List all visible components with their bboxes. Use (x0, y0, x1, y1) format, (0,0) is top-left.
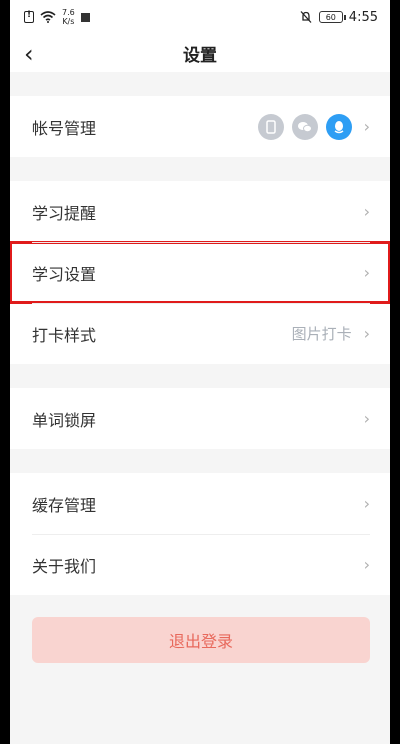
speed-value: 7.6 (62, 8, 75, 17)
lockscreen-group: 单词锁屏 › (10, 388, 390, 449)
back-arrow-icon[interactable]: ‹ (24, 40, 34, 68)
network-speed: 7.6 K/s (62, 8, 75, 26)
phone-bind-icon (257, 113, 284, 140)
study-settings-row[interactable]: 学习设置 › (10, 241, 390, 304)
qq-icon (325, 113, 352, 140)
about-us-row[interactable]: 关于我们 › (10, 534, 390, 595)
page-title: 设置 (183, 45, 217, 66)
checkin-style-row[interactable]: 打卡样式 图片打卡 › (10, 303, 390, 364)
chevron-right-icon: › (363, 494, 370, 513)
word-lockscreen-label: 单词锁屏 (32, 410, 97, 430)
chevron-right-icon: › (363, 117, 370, 136)
account-management-row[interactable]: 帐号管理 › (10, 96, 390, 157)
wechat-icon (291, 113, 318, 140)
about-us-label: 关于我们 (32, 556, 97, 576)
checkin-style-label: 打卡样式 (32, 325, 97, 345)
clock: 4:55 (348, 9, 378, 25)
account-group: 帐号管理 › (10, 96, 390, 157)
study-settings-label: 学习设置 (32, 264, 97, 284)
logout-button[interactable]: 退出登录 (32, 617, 370, 663)
account-management-label: 帐号管理 (32, 118, 97, 138)
mute-icon (300, 11, 312, 23)
cache-management-row[interactable]: 缓存管理 › (10, 473, 390, 534)
battery-level: 60 (325, 12, 336, 22)
word-lockscreen-row[interactable]: 单词锁屏 › (10, 388, 390, 449)
battery-icon: 60 (318, 11, 346, 23)
nav-bar: ‹ 设置 (10, 34, 390, 72)
wifi-icon (40, 11, 56, 23)
study-reminder-row[interactable]: 学习提醒 › (10, 181, 390, 242)
chevron-right-icon: › (363, 324, 370, 343)
speed-unit: K/s (62, 17, 75, 26)
notification-icon (80, 12, 90, 22)
status-bar: 7.6 K/s 60 4:55 (10, 0, 390, 34)
misc-group: 缓存管理 › 关于我们 › (10, 473, 390, 595)
sim-alert-icon (24, 10, 34, 23)
chevron-right-icon: › (363, 555, 370, 574)
phone-screen: 7.6 K/s 60 4:55 ‹ 设置 帐号管理 (10, 0, 390, 744)
chevron-right-icon: › (363, 263, 370, 282)
chevron-right-icon: › (363, 202, 370, 221)
chevron-right-icon: › (363, 409, 370, 428)
checkin-style-value: 图片打卡 (291, 325, 352, 343)
study-group: 学习提醒 › 学习设置 › 打卡样式 图片打卡 › (10, 181, 390, 364)
cache-management-label: 缓存管理 (32, 495, 97, 515)
study-reminder-label: 学习提醒 (32, 203, 97, 223)
